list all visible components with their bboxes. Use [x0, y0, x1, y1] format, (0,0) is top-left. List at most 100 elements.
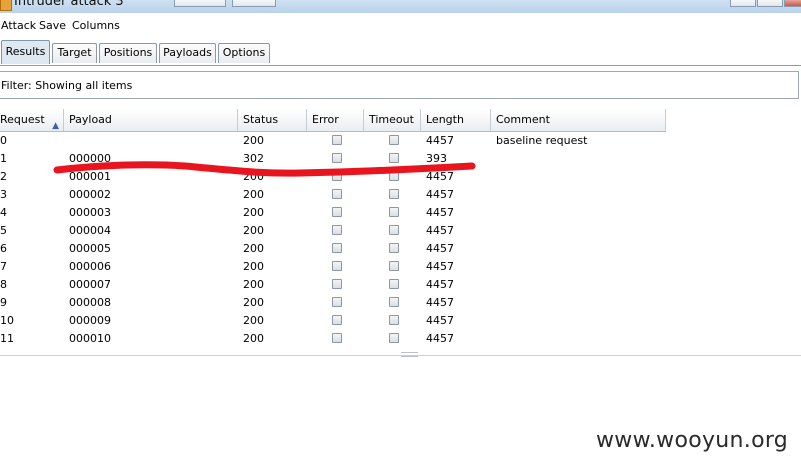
tab-options[interactable]: Options: [218, 43, 270, 63]
cell-status: 200: [243, 242, 264, 255]
cell-payload: 000007: [69, 278, 111, 291]
table-row[interactable]: 3 000002 200 4457: [0, 186, 666, 204]
table-row[interactable]: 4 000003 200 4457: [0, 204, 666, 222]
timeout-checkbox[interactable]: [389, 171, 399, 181]
minimize-button[interactable]: [730, 0, 756, 7]
col-header-request[interactable]: Request ▲: [0, 109, 64, 131]
cell-request: 0: [0, 134, 7, 147]
timeout-checkbox[interactable]: [389, 333, 399, 343]
col-header-timeout[interactable]: Timeout: [364, 109, 421, 131]
cell-status: 200: [243, 332, 264, 345]
cell-status: 200: [243, 224, 264, 237]
menu-columns[interactable]: Columns: [72, 19, 120, 32]
cell-length: 4457: [426, 260, 454, 273]
cell-status: 200: [243, 278, 264, 291]
error-checkbox[interactable]: [332, 279, 342, 289]
cell-request: 4: [0, 206, 7, 219]
cell-request: 7: [0, 260, 7, 273]
menu-attack[interactable]: Attack: [1, 19, 36, 32]
cell-status: 200: [243, 206, 264, 219]
error-checkbox[interactable]: [332, 333, 342, 343]
burp-app-icon: [0, 0, 12, 11]
cell-status: 200: [243, 170, 264, 183]
cell-payload: 000010: [69, 332, 111, 345]
table-row[interactable]: 1 000000 302 393: [0, 150, 666, 168]
cell-request: 9: [0, 296, 7, 309]
window-title: Intruder attack 3: [14, 0, 124, 9]
col-header-length[interactable]: Length: [421, 109, 491, 131]
col-header-status[interactable]: Status: [238, 109, 307, 131]
timeout-checkbox[interactable]: [389, 261, 399, 271]
error-checkbox[interactable]: [332, 315, 342, 325]
col-header-payload[interactable]: Payload: [64, 109, 238, 131]
cell-length: 4457: [426, 188, 454, 201]
timeout-checkbox[interactable]: [389, 189, 399, 199]
error-checkbox[interactable]: [332, 207, 342, 217]
table-row[interactable]: 9 000008 200 4457: [0, 294, 666, 312]
timeout-checkbox[interactable]: [389, 207, 399, 217]
error-checkbox[interactable]: [332, 135, 342, 145]
cell-payload: 000000: [69, 152, 111, 165]
error-checkbox[interactable]: [332, 171, 342, 181]
col-header-request-label: Request: [0, 113, 45, 126]
cell-length: 4457: [426, 224, 454, 237]
error-checkbox[interactable]: [332, 225, 342, 235]
cell-request: 3: [0, 188, 7, 201]
tab-payloads[interactable]: Payloads: [159, 43, 216, 63]
filter-bar[interactable]: Filter: Showing all items: [0, 71, 799, 99]
table-row[interactable]: 5 000004 200 4457: [0, 222, 666, 240]
cell-payload: 000004: [69, 224, 111, 237]
timeout-checkbox[interactable]: [389, 279, 399, 289]
filter-text: Filter: Showing all items: [1, 79, 133, 92]
error-checkbox[interactable]: [332, 153, 342, 163]
tab-results[interactable]: Results: [1, 40, 50, 64]
cell-payload: 000003: [69, 206, 111, 219]
taskbar-button[interactable]: [174, 0, 226, 7]
timeout-checkbox[interactable]: [389, 243, 399, 253]
col-header-comment[interactable]: Comment: [491, 109, 666, 131]
cell-payload: 000002: [69, 188, 111, 201]
close-button[interactable]: [784, 0, 801, 7]
error-checkbox[interactable]: [332, 297, 342, 307]
timeout-checkbox[interactable]: [389, 135, 399, 145]
cell-status: 200: [243, 134, 264, 147]
cell-payload: 000005: [69, 242, 111, 255]
table-row[interactable]: 11 000010 200 4457: [0, 330, 666, 348]
table-header: Request ▲ Payload Status Error Timeout L…: [0, 109, 666, 132]
window-titlebar: Intruder attack 3: [0, 0, 801, 13]
col-header-error[interactable]: Error: [307, 109, 364, 131]
watermark-text: www.wooyun.org: [596, 428, 789, 453]
maximize-button[interactable]: [757, 0, 783, 7]
error-checkbox[interactable]: [332, 243, 342, 253]
cell-request: 6: [0, 242, 7, 255]
error-checkbox[interactable]: [332, 261, 342, 271]
cell-length: 4457: [426, 278, 454, 291]
cell-request: 1: [0, 152, 7, 165]
table-row[interactable]: 0 200 4457 baseline request: [0, 132, 666, 150]
cell-length: 4457: [426, 134, 454, 147]
table-row[interactable]: 6 000005 200 4457: [0, 240, 666, 258]
cell-length: 4457: [426, 242, 454, 255]
table-row[interactable]: 10 000009 200 4457: [0, 312, 666, 330]
cell-status: 200: [243, 260, 264, 273]
cell-status: 200: [243, 296, 264, 309]
menu-save[interactable]: Save: [39, 19, 66, 32]
cell-payload: 000006: [69, 260, 111, 273]
timeout-checkbox[interactable]: [389, 225, 399, 235]
cell-request: 2: [0, 170, 7, 183]
cell-payload: 000001: [69, 170, 111, 183]
timeout-checkbox[interactable]: [389, 297, 399, 307]
timeout-checkbox[interactable]: [389, 315, 399, 325]
cell-status: 302: [243, 152, 264, 165]
table-row[interactable]: 8 000007 200 4457: [0, 276, 666, 294]
cell-length: 4457: [426, 206, 454, 219]
tab-positions[interactable]: Positions: [99, 43, 157, 63]
table-row[interactable]: 2 000001 200 4457: [0, 168, 666, 186]
timeout-checkbox[interactable]: [389, 153, 399, 163]
cell-payload: 000008: [69, 296, 111, 309]
table-row[interactable]: 7 000006 200 4457: [0, 258, 666, 276]
tab-target[interactable]: Target: [52, 43, 97, 63]
error-checkbox[interactable]: [332, 189, 342, 199]
taskbar-button[interactable]: [232, 0, 276, 7]
cell-length: 4457: [426, 332, 454, 345]
